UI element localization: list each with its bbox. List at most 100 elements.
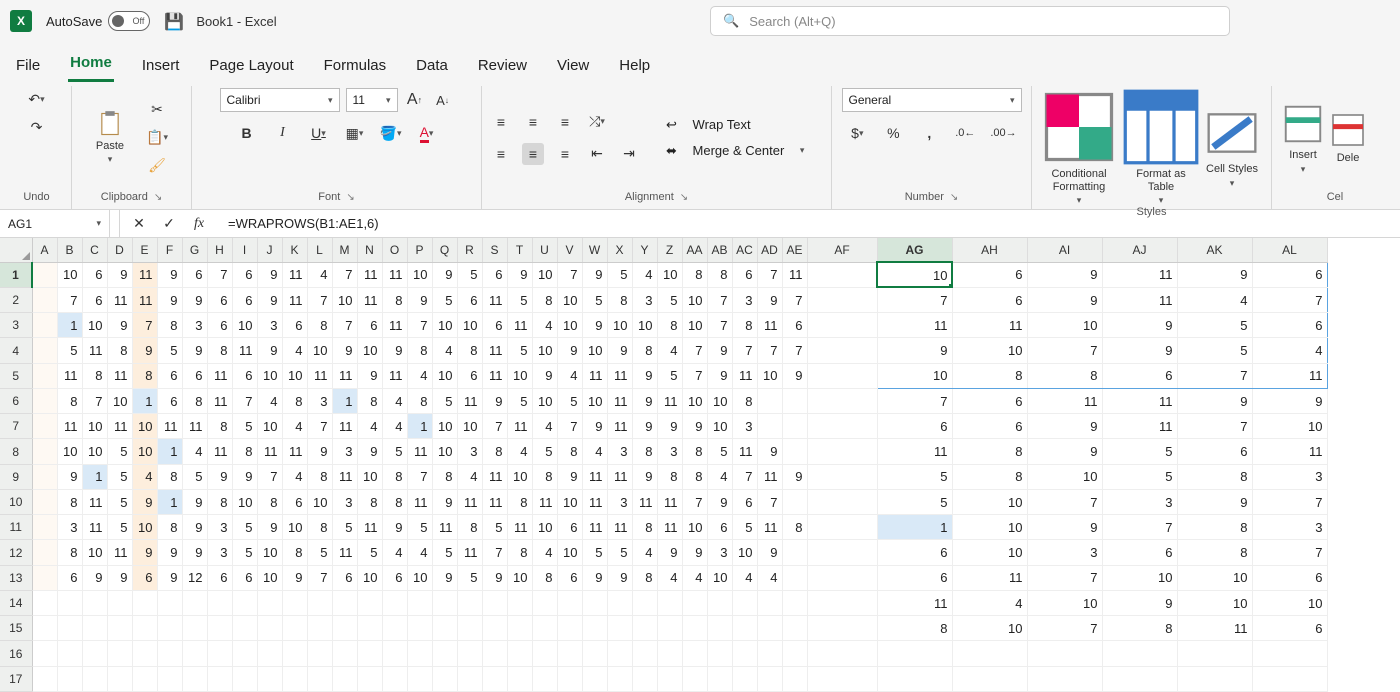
- cell-Y11[interactable]: 8: [632, 515, 657, 540]
- cell-U14[interactable]: [532, 590, 557, 615]
- cell-AF17[interactable]: [807, 666, 877, 691]
- cell-AC2[interactable]: 3: [732, 287, 757, 312]
- cell-F4[interactable]: 5: [157, 338, 182, 363]
- cell-B16[interactable]: [57, 641, 82, 666]
- col-header-AJ[interactable]: AJ: [1102, 238, 1177, 262]
- cell-AC16[interactable]: [732, 641, 757, 666]
- cell-E12[interactable]: 9: [132, 540, 157, 565]
- cell-AH4[interactable]: 10: [952, 338, 1027, 363]
- cell-AB11[interactable]: 6: [707, 515, 732, 540]
- cell-T15[interactable]: [507, 616, 532, 641]
- cell-P2[interactable]: 9: [407, 287, 432, 312]
- cell-N6[interactable]: 8: [357, 388, 382, 413]
- cell-D4[interactable]: 8: [107, 338, 132, 363]
- cell-E4[interactable]: 9: [132, 338, 157, 363]
- cell-AI16[interactable]: [1027, 641, 1102, 666]
- cell-S11[interactable]: 5: [482, 515, 507, 540]
- cell-W8[interactable]: 4: [582, 439, 607, 464]
- cell-Y3[interactable]: 10: [632, 313, 657, 338]
- cell-P8[interactable]: 11: [407, 439, 432, 464]
- cell-AL17[interactable]: [1252, 666, 1327, 691]
- cell-R11[interactable]: 8: [457, 515, 482, 540]
- cell-K14[interactable]: [282, 590, 307, 615]
- cell-U6[interactable]: 10: [532, 388, 557, 413]
- cell-AK13[interactable]: 10: [1177, 565, 1252, 590]
- cell-H8[interactable]: 11: [207, 439, 232, 464]
- cell-E16[interactable]: [132, 641, 157, 666]
- cell-AJ5[interactable]: 6: [1102, 363, 1177, 388]
- cell-R10[interactable]: 11: [457, 489, 482, 514]
- cell-AG1[interactable]: 10: [877, 262, 952, 287]
- cell-D2[interactable]: 11: [107, 287, 132, 312]
- cell-AK7[interactable]: 7: [1177, 414, 1252, 439]
- cell-Y9[interactable]: 9: [632, 464, 657, 489]
- cell-D5[interactable]: 11: [107, 363, 132, 388]
- cell-Z14[interactable]: [657, 590, 682, 615]
- cell-A6[interactable]: [32, 388, 57, 413]
- cell-L5[interactable]: 11: [307, 363, 332, 388]
- cell-R15[interactable]: [457, 616, 482, 641]
- cell-L15[interactable]: [307, 616, 332, 641]
- cell-L17[interactable]: [307, 666, 332, 691]
- cell-O7[interactable]: 4: [382, 414, 407, 439]
- cell-W15[interactable]: [582, 616, 607, 641]
- cell-AF4[interactable]: [807, 338, 877, 363]
- cell-X15[interactable]: [607, 616, 632, 641]
- cell-V13[interactable]: 6: [557, 565, 582, 590]
- cell-D9[interactable]: 5: [107, 464, 132, 489]
- cell-AE2[interactable]: 7: [782, 287, 807, 312]
- cell-AK3[interactable]: 5: [1177, 313, 1252, 338]
- cell-AJ16[interactable]: [1102, 641, 1177, 666]
- cell-Q11[interactable]: 11: [432, 515, 457, 540]
- cell-C5[interactable]: 8: [82, 363, 107, 388]
- cell-V15[interactable]: [557, 616, 582, 641]
- cell-X8[interactable]: 3: [607, 439, 632, 464]
- cell-AK12[interactable]: 8: [1177, 540, 1252, 565]
- cell-AK5[interactable]: 7: [1177, 363, 1252, 388]
- cell-Z6[interactable]: 11: [657, 388, 682, 413]
- select-all-corner[interactable]: [0, 238, 32, 262]
- row-header-5[interactable]: 5: [0, 363, 32, 388]
- cell-Q15[interactable]: [432, 616, 457, 641]
- enter-formula-icon[interactable]: ✓: [158, 213, 180, 235]
- cell-AF5[interactable]: [807, 363, 877, 388]
- cell-A14[interactable]: [32, 590, 57, 615]
- col-header-S[interactable]: S: [482, 238, 507, 262]
- cell-K12[interactable]: 8: [282, 540, 307, 565]
- cell-AF10[interactable]: [807, 489, 877, 514]
- cell-Z1[interactable]: 10: [657, 262, 682, 287]
- cell-AE8[interactable]: [782, 439, 807, 464]
- cell-C1[interactable]: 6: [82, 262, 107, 287]
- cell-C15[interactable]: [82, 616, 107, 641]
- cell-W10[interactable]: 11: [582, 489, 607, 514]
- col-header-J[interactable]: J: [257, 238, 282, 262]
- cell-AB14[interactable]: [707, 590, 732, 615]
- cell-AG14[interactable]: 11: [877, 590, 952, 615]
- cell-P6[interactable]: 8: [407, 388, 432, 413]
- cell-A15[interactable]: [32, 616, 57, 641]
- col-header-AA[interactable]: AA: [682, 238, 707, 262]
- cell-M1[interactable]: 7: [332, 262, 357, 287]
- cell-Y5[interactable]: 9: [632, 363, 657, 388]
- col-header-H[interactable]: H: [207, 238, 232, 262]
- cell-M7[interactable]: 11: [332, 414, 357, 439]
- cell-Z11[interactable]: 11: [657, 515, 682, 540]
- cell-R3[interactable]: 10: [457, 313, 482, 338]
- cell-G9[interactable]: 5: [182, 464, 207, 489]
- cell-Q2[interactable]: 5: [432, 287, 457, 312]
- col-header-AG[interactable]: AG: [877, 238, 952, 262]
- cell-AC4[interactable]: 7: [732, 338, 757, 363]
- cell-AL2[interactable]: 7: [1252, 287, 1327, 312]
- cell-AI10[interactable]: 7: [1027, 489, 1102, 514]
- col-header-C[interactable]: C: [82, 238, 107, 262]
- cell-V1[interactable]: 7: [557, 262, 582, 287]
- cell-U17[interactable]: [532, 666, 557, 691]
- cell-G6[interactable]: 8: [182, 388, 207, 413]
- cell-W3[interactable]: 9: [582, 313, 607, 338]
- row-header-1[interactable]: 1: [0, 262, 32, 287]
- cell-AG3[interactable]: 11: [877, 313, 952, 338]
- cell-W16[interactable]: [582, 641, 607, 666]
- cell-AE16[interactable]: [782, 641, 807, 666]
- cell-N14[interactable]: [357, 590, 382, 615]
- cell-O12[interactable]: 4: [382, 540, 407, 565]
